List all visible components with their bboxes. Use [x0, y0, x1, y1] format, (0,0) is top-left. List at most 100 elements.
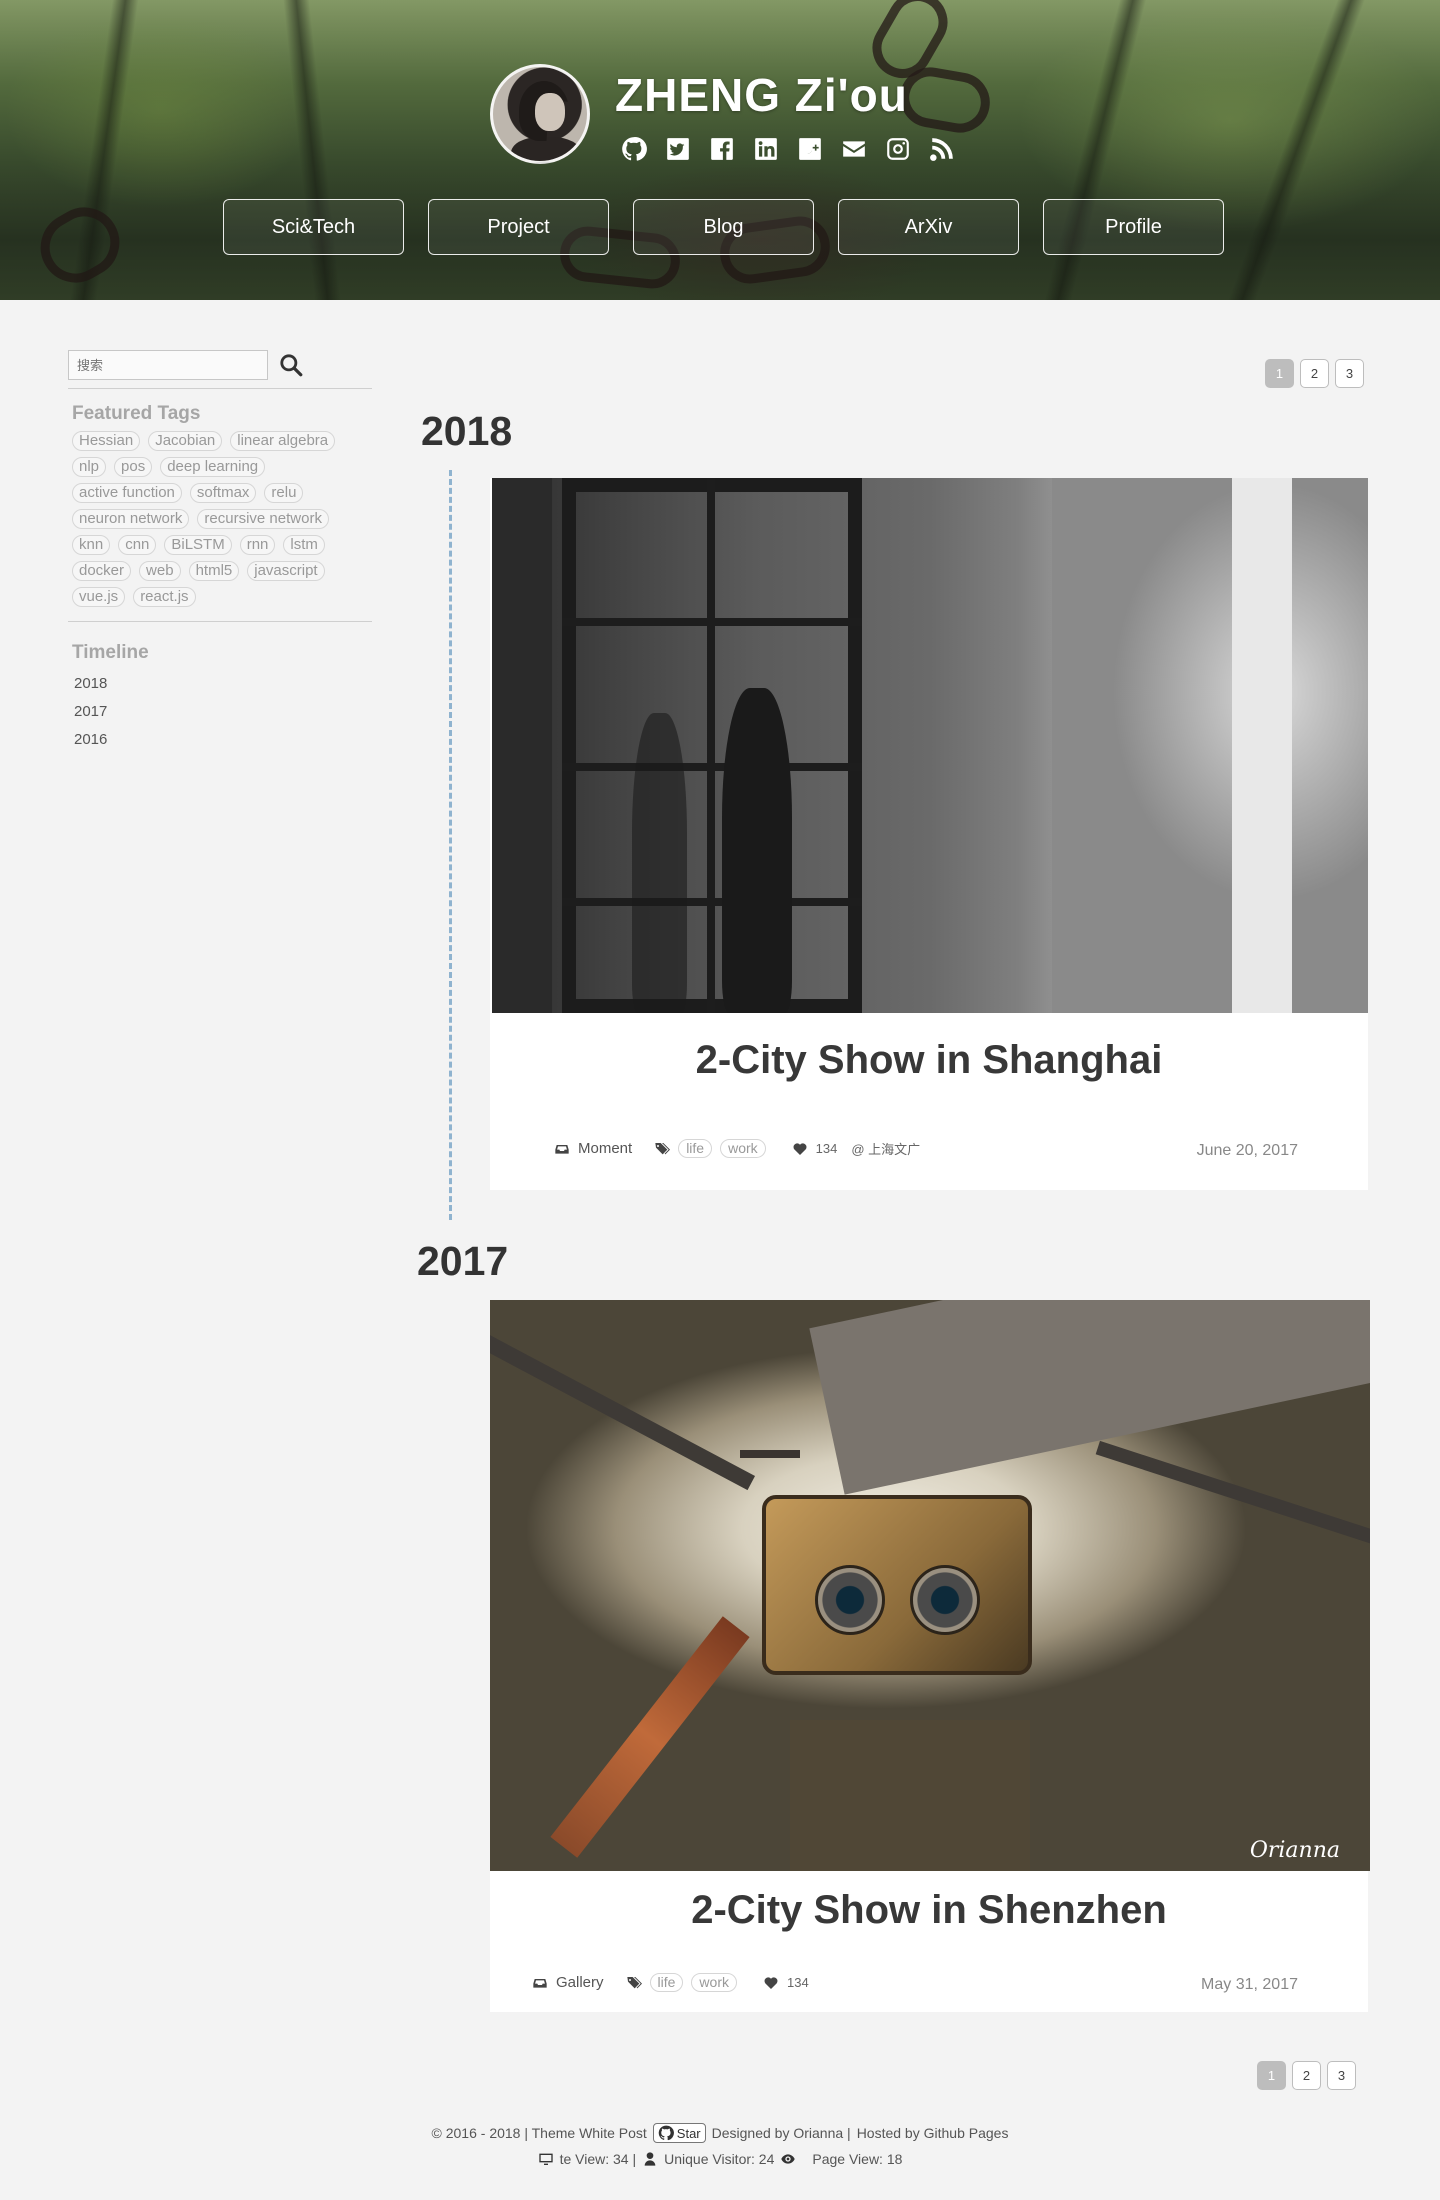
- site-view-count: te View: 34 |: [559, 2151, 637, 2167]
- tag-item[interactable]: rnn: [239, 535, 276, 555]
- tag-item[interactable]: linear algebra: [230, 431, 336, 451]
- unique-visitor-count: Unique Visitor: 24: [664, 2151, 775, 2167]
- page-2-button[interactable]: 2: [1292, 2061, 1321, 2090]
- post-meta: Gallery life work 134: [532, 1973, 809, 1992]
- featured-tags-title: Featured Tags: [72, 403, 201, 424]
- tags-icon: [655, 1142, 671, 1154]
- nav-profile[interactable]: Profile: [1043, 199, 1224, 255]
- twitter-icon[interactable]: [664, 135, 692, 163]
- featured-tags: Hessian Jacobian linear algebra nlp pos …: [68, 431, 372, 622]
- photo-watermark: Orianna: [1249, 1838, 1340, 1863]
- page-3-button[interactable]: 3: [1327, 2061, 1356, 2090]
- sidebar: Featured Tags Hessian Jacobian linear al…: [68, 350, 372, 754]
- post-tag[interactable]: life: [678, 1139, 713, 1158]
- timeline-title: Timeline: [72, 642, 149, 663]
- tag-item[interactable]: neuron network: [72, 509, 190, 529]
- tag-item[interactable]: docker: [72, 561, 132, 581]
- tag-item[interactable]: html5: [188, 561, 240, 581]
- tag-item[interactable]: BiLSTM: [164, 535, 232, 555]
- star-label: Star: [676, 2125, 701, 2141]
- heart-icon[interactable]: [792, 1141, 808, 1157]
- tag-item[interactable]: deep learning: [160, 457, 266, 477]
- post-card[interactable]: Orianna 2-City Show in Shenzhen Gallery …: [490, 1300, 1370, 2012]
- page-2-button[interactable]: 2: [1300, 359, 1329, 388]
- rss-icon[interactable]: [928, 135, 956, 163]
- timeline-list: 2018 2017 2016: [74, 670, 372, 754]
- footer-copyright[interactable]: © 2016 - 2018 | Theme White Post: [432, 2125, 647, 2141]
- nav-arxiv[interactable]: ArXiv: [838, 199, 1019, 255]
- post-meta: Moment life work 134 @ 上海文广: [554, 1139, 920, 1158]
- tag-item[interactable]: nlp: [72, 457, 107, 477]
- page-3-button[interactable]: 3: [1335, 359, 1364, 388]
- post-card[interactable]: 2-City Show in Shanghai Moment life work…: [490, 478, 1368, 1190]
- tag-item[interactable]: lstm: [283, 535, 325, 555]
- footer-designed-by[interactable]: Designed by Orianna |: [712, 2125, 851, 2141]
- year-heading-2017: 2017: [417, 1238, 509, 1284]
- post-tag[interactable]: life: [649, 1973, 684, 1992]
- monitor-icon: [538, 2153, 553, 2165]
- github-icon: [658, 2125, 674, 2141]
- search-icon[interactable]: [278, 352, 304, 378]
- linkedin-icon[interactable]: [752, 135, 780, 163]
- header-banner: ZHENG Zi'ou Sci&Tech Project Blog ArXiv …: [0, 0, 1440, 300]
- post-tag[interactable]: work: [691, 1973, 737, 1992]
- mail-icon[interactable]: [840, 135, 868, 163]
- tag-item[interactable]: knn: [72, 535, 111, 555]
- social-links: [620, 135, 956, 163]
- user-icon: [644, 2152, 656, 2166]
- main-nav: Sci&Tech Project Blog ArXiv Profile: [223, 199, 1224, 255]
- post-date: June 20, 2017: [1196, 1142, 1298, 1159]
- post-location: @ 上海文广: [851, 1142, 921, 1157]
- post-tag[interactable]: work: [720, 1139, 766, 1158]
- year-heading-2018: 2018: [421, 408, 513, 454]
- tag-item[interactable]: Jacobian: [148, 431, 223, 451]
- post-date: May 31, 2017: [1201, 1976, 1298, 1993]
- site-title[interactable]: ZHENG Zi'ou: [615, 68, 908, 122]
- instagram-icon[interactable]: [884, 135, 912, 163]
- tag-item[interactable]: Hessian: [72, 431, 141, 451]
- tag-item[interactable]: react.js: [133, 587, 196, 607]
- nav-project[interactable]: Project: [428, 199, 609, 255]
- footer: © 2016 - 2018 | Theme White Post Star De…: [0, 2123, 1440, 2167]
- avatar[interactable]: [490, 64, 590, 164]
- tag-item[interactable]: cnn: [118, 535, 157, 555]
- like-count: 134: [786, 1975, 809, 1990]
- google-plus-icon[interactable]: [796, 135, 824, 163]
- inbox-icon: [555, 1144, 569, 1154]
- pagination-bottom: 1 2 3: [1257, 2061, 1356, 2090]
- nav-scitech[interactable]: Sci&Tech: [223, 199, 404, 255]
- github-icon[interactable]: [620, 135, 648, 163]
- tag-item[interactable]: pos: [114, 457, 153, 477]
- timeline-year-2016[interactable]: 2016: [74, 726, 372, 754]
- tag-item[interactable]: vue.js: [72, 587, 126, 607]
- search-bar: [68, 350, 372, 389]
- tag-item[interactable]: active function: [72, 483, 182, 503]
- timeline-year-2018[interactable]: 2018: [74, 670, 372, 698]
- post-category[interactable]: Gallery: [556, 1974, 604, 1991]
- page-1-button[interactable]: 1: [1265, 359, 1294, 388]
- eye-icon: [781, 2154, 796, 2164]
- nav-blog[interactable]: Blog: [633, 199, 814, 255]
- github-star-button[interactable]: Star: [652, 2123, 706, 2143]
- facebook-icon[interactable]: [708, 135, 736, 163]
- page-1-button[interactable]: 1: [1257, 2061, 1286, 2090]
- pagination-top: 1 2 3: [1265, 359, 1364, 388]
- post-title[interactable]: 2-City Show in Shenzhen: [490, 1888, 1368, 1933]
- page-view-count: Page View: 18: [812, 2151, 903, 2167]
- like-count: 134: [815, 1141, 838, 1156]
- tags-icon: [626, 1976, 642, 1988]
- post-title[interactable]: 2-City Show in Shanghai: [490, 1038, 1368, 1083]
- post-category[interactable]: Moment: [578, 1140, 632, 1157]
- timeline-year-2017[interactable]: 2017: [74, 698, 372, 726]
- post-cover-image[interactable]: [492, 478, 1368, 1013]
- tag-item[interactable]: relu: [264, 483, 304, 503]
- search-input[interactable]: [68, 350, 268, 380]
- heart-icon[interactable]: [763, 1975, 779, 1991]
- tag-item[interactable]: recursive network: [197, 509, 329, 529]
- post-cover-image[interactable]: Orianna: [490, 1300, 1370, 1871]
- footer-hosted-by[interactable]: Hosted by Github Pages: [857, 2125, 1009, 2141]
- tag-item[interactable]: web: [139, 561, 181, 581]
- tag-item[interactable]: softmax: [189, 483, 257, 503]
- tag-item[interactable]: javascript: [247, 561, 325, 581]
- timeline-line: [449, 470, 452, 1220]
